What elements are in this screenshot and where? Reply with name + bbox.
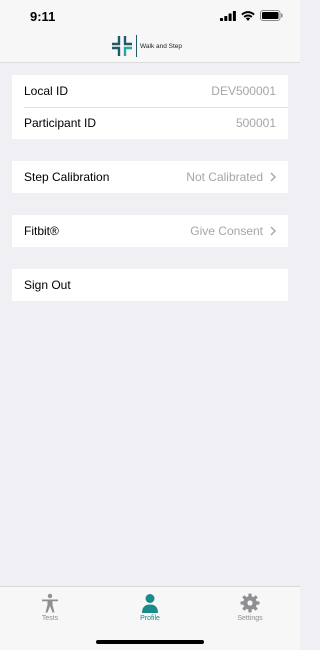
tab-tests-label: Tests bbox=[41, 615, 59, 622]
participant-id-value: 500001 bbox=[235, 116, 276, 130]
cellular-signal-icon bbox=[220, 10, 236, 21]
step-calibration-group: Step Calibration Not Calibrated bbox=[12, 161, 288, 193]
battery-icon bbox=[260, 10, 283, 21]
app-logo: Walk and Step bbox=[111, 34, 182, 58]
step-calibration-value: Not Calibrated bbox=[186, 170, 263, 184]
logo-divider bbox=[136, 35, 137, 57]
status-time: 9:11 bbox=[30, 9, 56, 24]
person-silhouette-icon bbox=[142, 594, 158, 613]
logo-mark-icon bbox=[112, 36, 132, 56]
local-id-value: DEV500001 bbox=[211, 84, 276, 98]
tab-profile[interactable]: Profile bbox=[120, 593, 180, 622]
step-calibration-label: Step Calibration bbox=[24, 170, 110, 184]
fitbit-status: Give Consent bbox=[190, 224, 276, 238]
sign-out-group: Sign Out bbox=[12, 269, 288, 301]
sign-out-row[interactable]: Sign Out bbox=[12, 269, 288, 301]
sign-out-label: Sign Out bbox=[24, 278, 71, 292]
chevron-right-icon bbox=[270, 226, 276, 236]
tab-profile-label: Profile bbox=[140, 615, 160, 622]
wifi-icon bbox=[241, 10, 255, 21]
fitbit-value: Give Consent bbox=[190, 224, 263, 238]
status-bar: 9:11 bbox=[0, 0, 300, 32]
tab-settings-label: Settings bbox=[237, 615, 263, 622]
chevron-right-icon bbox=[270, 172, 276, 182]
person-figure-icon bbox=[42, 593, 58, 613]
tab-tests[interactable]: Tests bbox=[20, 593, 80, 622]
navigation-bar: Walk and Step bbox=[0, 32, 300, 63]
participant-id-label: Participant ID bbox=[24, 116, 97, 130]
gear-icon bbox=[240, 593, 260, 613]
local-id-label: Local ID bbox=[24, 84, 69, 98]
step-calibration-status: Not Calibrated bbox=[186, 170, 276, 184]
ids-group: Local ID DEV500001 Participant ID 500001 bbox=[12, 75, 288, 139]
home-indicator[interactable] bbox=[96, 640, 204, 644]
tab-settings[interactable]: Settings bbox=[220, 593, 280, 622]
fitbit-group: Fitbit® Give Consent bbox=[12, 215, 288, 247]
local-id-row: Local ID DEV500001 bbox=[12, 75, 288, 107]
status-icons bbox=[220, 10, 283, 21]
participant-id-row: Participant ID 500001 bbox=[12, 107, 288, 139]
fitbit-label: Fitbit® bbox=[24, 224, 59, 238]
step-calibration-row[interactable]: Step Calibration Not Calibrated bbox=[12, 161, 288, 193]
fitbit-row[interactable]: Fitbit® Give Consent bbox=[12, 215, 288, 247]
logo-text: Walk and Step bbox=[140, 42, 183, 50]
